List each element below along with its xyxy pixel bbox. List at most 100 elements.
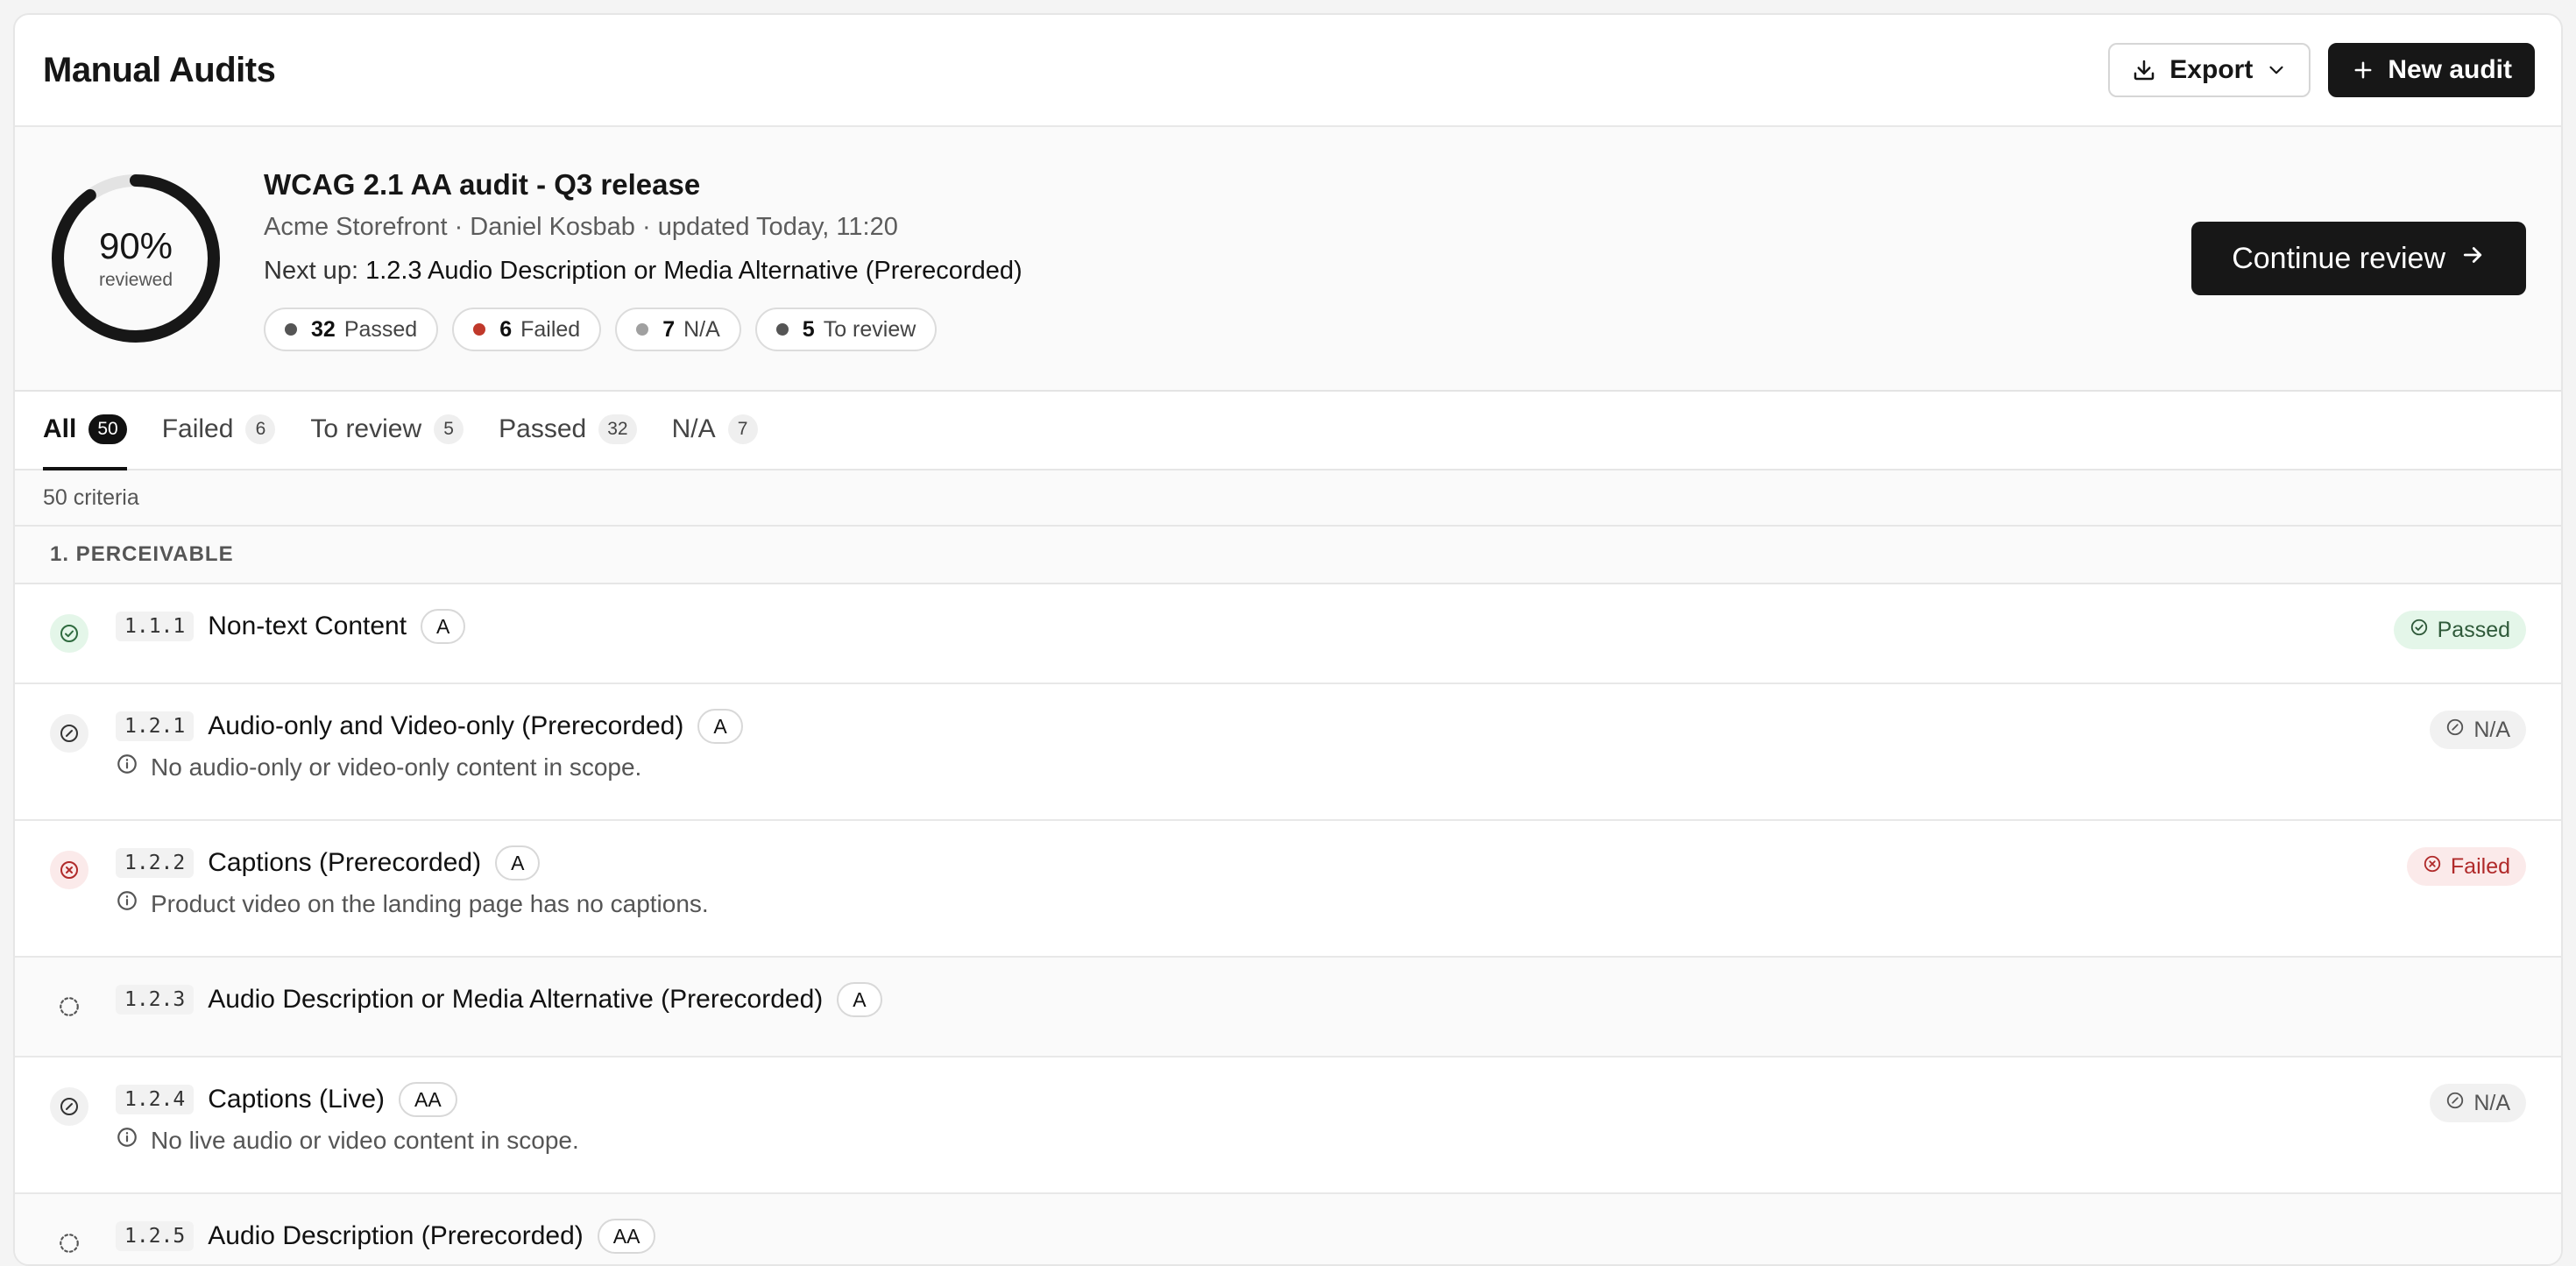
export-button[interactable]: Export xyxy=(2108,43,2311,97)
criterion-note: No live audio or video content in scope. xyxy=(116,1126,2526,1155)
export-label: Export xyxy=(2169,55,2254,84)
tab-passed[interactable]: Passed 32 xyxy=(499,390,637,469)
status-pill-n-a[interactable]: 7 N/A xyxy=(615,308,741,351)
level-badge: A xyxy=(697,709,743,744)
criterion-header: 1.2.4 Captions (Live) AA xyxy=(116,1080,2526,1119)
status-pill-passed[interactable]: 32 Passed xyxy=(264,308,439,351)
plus-icon xyxy=(2351,58,2375,82)
tab-count: 6 xyxy=(245,414,276,444)
criterion-code: 1.2.5 xyxy=(116,1221,195,1251)
pill-count: 7 xyxy=(662,316,676,342)
tab-count: 32 xyxy=(598,414,637,444)
status-dot xyxy=(636,323,649,336)
criterion-note: No audio-only or video-only content in s… xyxy=(116,753,2526,782)
slash-circle-icon xyxy=(50,1087,88,1126)
tab-count: 7 xyxy=(727,414,758,444)
info-icon xyxy=(116,889,138,918)
pill-label: Passed xyxy=(343,316,418,342)
level-badge: A xyxy=(495,845,541,881)
level-badge: A xyxy=(421,609,466,644)
criterion-header: 1.2.1 Audio-only and Video-only (Prerecor… xyxy=(116,707,2526,746)
status-dot xyxy=(285,323,297,336)
table-row[interactable]: 1.2.5 Audio Description (Prerecorded) AA xyxy=(15,1194,2561,1264)
pill-label: Failed xyxy=(520,316,581,342)
status-pill-failed[interactable]: 6 Failed xyxy=(452,308,602,351)
tab-to-review[interactable]: To review 5 xyxy=(310,390,464,469)
status-dot xyxy=(775,323,789,336)
status-badge: N/A xyxy=(2430,711,2526,749)
x-circle-icon xyxy=(2423,854,2442,880)
status-pill-to-review[interactable]: 5 To review xyxy=(754,308,938,351)
criterion-name: Non-text Content xyxy=(208,612,407,640)
dashed-circle-icon xyxy=(50,1224,88,1262)
next-up-item[interactable]: 1.2.3 Audio Description or Media Alterna… xyxy=(365,257,1023,285)
status-badge-label: Passed xyxy=(2437,617,2510,642)
status-badge: Passed xyxy=(2393,611,2526,649)
group-heading-perceivable: 1. PERCEIVABLE xyxy=(15,527,2561,584)
audit-meta: Acme Storefront · Daniel Kosbab · update… xyxy=(264,213,898,241)
continue-review-button[interactable]: Continue review xyxy=(2191,222,2526,295)
criterion-code: 1.2.2 xyxy=(116,848,195,878)
chevron-down-icon xyxy=(2265,59,2288,81)
note-text: No audio-only or video-only content in s… xyxy=(151,753,642,781)
tab-all[interactable]: All 50 xyxy=(43,390,127,470)
criterion-name: Audio Description (Prerecorded) xyxy=(208,1221,584,1250)
pill-count: 5 xyxy=(802,316,815,342)
page-header: Manual Audits Export New audit xyxy=(15,15,2561,127)
arrow-right-icon xyxy=(2459,242,2486,276)
slash-circle-icon xyxy=(2445,1091,2465,1116)
note-text: Product video on the landing page has no… xyxy=(151,889,709,917)
dashed-circle-icon xyxy=(50,987,88,1026)
next-up-prefix: Next up: xyxy=(264,257,366,285)
slash-circle-icon xyxy=(50,714,88,753)
new-audit-button[interactable]: New audit xyxy=(2328,43,2535,97)
note-text: No live audio or video content in scope. xyxy=(151,1126,579,1154)
x-circle-icon xyxy=(50,851,88,889)
tab-label: N/A xyxy=(671,414,716,443)
progress-caption: reviewed xyxy=(98,270,173,290)
continue-review-label: Continue review xyxy=(2232,241,2445,275)
tab-n-a[interactable]: N/A 7 xyxy=(672,390,758,469)
page-title: Manual Audits xyxy=(43,50,276,89)
tab-label: Passed xyxy=(499,414,587,443)
info-icon xyxy=(116,1126,138,1155)
table-row[interactable]: 1.2.4 Captions (Live) AA No live audio or v… xyxy=(15,1057,2561,1194)
criteria-count: 50 criteria xyxy=(15,470,2561,527)
table-row[interactable]: 1.2.2 Captions (Prerecorded) A Product vide… xyxy=(15,821,2561,958)
criterion-name: Audio-only and Video-only (Prerecorded) xyxy=(208,711,684,740)
check-circle-icon xyxy=(2410,618,2429,643)
progress-ring: 90% reviewed xyxy=(48,171,223,346)
download-icon xyxy=(2131,57,2157,83)
criterion-note: Product video on the landing page has no… xyxy=(116,889,2526,918)
pill-count: 6 xyxy=(499,316,513,342)
check-circle-icon xyxy=(50,614,88,653)
tab-count: 5 xyxy=(434,414,464,444)
audit-title: WCAG 2.1 AA audit - Q3 release xyxy=(264,168,701,201)
filter-tabs: All 50 Failed 6 To review 5 Passed 32 N/A 7 xyxy=(15,392,2561,470)
status-dot xyxy=(473,323,486,336)
table-row[interactable]: 1.2.1 Audio-only and Video-only (Prerecor… xyxy=(15,684,2561,821)
tab-label: All xyxy=(43,414,77,443)
pill-count: 32 xyxy=(311,316,336,342)
pill-label: To review xyxy=(823,316,916,342)
criterion-name: Captions (Live) xyxy=(208,1085,386,1114)
tab-failed[interactable]: Failed 6 xyxy=(162,390,276,469)
level-badge: A xyxy=(837,982,882,1017)
status-badge-label: Failed xyxy=(2450,853,2510,879)
status-badge: Failed xyxy=(2406,847,2526,886)
criterion-code: 1.1.1 xyxy=(116,612,195,641)
criterion-code: 1.2.4 xyxy=(116,1085,195,1114)
criterion-header: 1.2.3 Audio Description or Media Alternat… xyxy=(116,980,2526,1019)
tab-label: Failed xyxy=(161,414,234,443)
level-badge: AA xyxy=(399,1082,457,1117)
table-row[interactable]: 1.2.3 Audio Description or Media Alternat… xyxy=(15,958,2561,1057)
pill-label: N/A xyxy=(683,316,720,342)
table-row[interactable]: 1.1.1 Non-text Content A Passed xyxy=(15,584,2561,684)
level-badge: AA xyxy=(597,1219,656,1254)
tab-count: 50 xyxy=(88,414,127,444)
progress-percent: 90% xyxy=(98,225,173,266)
status-badge-label: N/A xyxy=(2473,717,2510,742)
criterion-header: 1.1.1 Non-text Content A xyxy=(116,607,2526,646)
criterion-code: 1.2.1 xyxy=(116,711,195,741)
header-actions: Export New audit xyxy=(2108,43,2535,97)
